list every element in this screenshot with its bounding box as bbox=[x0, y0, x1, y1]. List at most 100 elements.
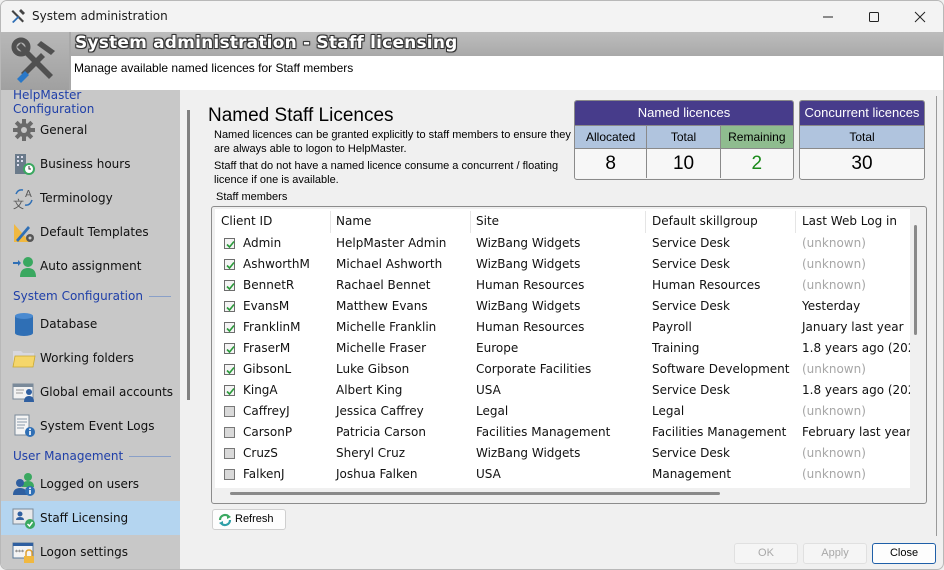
database-icon bbox=[12, 312, 36, 336]
name-cell: Jessica Caffrey bbox=[336, 404, 424, 418]
column-header-site[interactable]: Site bbox=[476, 209, 499, 233]
sidebar-item-logged-on-users[interactable]: Logged on users bbox=[1, 467, 180, 501]
client-id-cell: CarsonP bbox=[243, 425, 293, 439]
sidebar-item-staff-licensing[interactable]: Staff Licensing bbox=[1, 501, 180, 535]
close-window-button[interactable] bbox=[897, 1, 943, 32]
check-icon bbox=[226, 366, 235, 375]
named-licences-panel: Named licences Allocated Total Remaining… bbox=[574, 100, 794, 180]
site-cell: USA bbox=[476, 467, 501, 481]
description-concurrent-licences: Staff that do not have a named licence c… bbox=[214, 160, 559, 186]
ok-button[interactable]: OK bbox=[734, 543, 798, 564]
remaining-label: Remaining bbox=[720, 125, 793, 148]
table-row[interactable]: Admin HelpMaster Admin WizBang Widgets Serv… bbox=[215, 233, 910, 254]
refresh-label: Refresh bbox=[235, 513, 274, 525]
allocated-label: Allocated bbox=[575, 125, 648, 148]
close-button[interactable]: Close bbox=[872, 543, 936, 564]
licence-checkbox[interactable] bbox=[224, 259, 235, 270]
title-bar: System administration bbox=[1, 1, 943, 32]
sidebar-item-database[interactable]: Database bbox=[1, 307, 180, 341]
sidebar-item-global-email-accounts[interactable]: Global email accounts bbox=[1, 375, 180, 409]
sidebar-item-system-event-logs[interactable]: System Event Logs bbox=[1, 409, 180, 443]
right-edge-divider bbox=[936, 96, 937, 536]
table-row[interactable]: CruzS Sheryl Cruz WizBang Widgets Service D… bbox=[215, 443, 910, 464]
last-web-login-cell: Yesterday bbox=[802, 299, 861, 313]
table-row[interactable]: CarsonP Patricia Carson Facilities Managem… bbox=[215, 422, 910, 443]
licence-checkbox[interactable] bbox=[224, 385, 235, 396]
column-separator[interactable] bbox=[795, 211, 796, 233]
sidebar-item-working-folders[interactable]: Working folders bbox=[1, 341, 180, 375]
sidebar-group-label: User Management bbox=[13, 449, 124, 463]
name-cell: Albert King bbox=[336, 383, 403, 397]
client-id-cell: GibsonL bbox=[243, 362, 292, 376]
licence-checkbox[interactable] bbox=[224, 427, 235, 438]
staff-members-table: Client ID Name Site Default skillgroup L… bbox=[211, 206, 927, 504]
column-header-client-id[interactable]: Client ID bbox=[221, 209, 272, 233]
table-row[interactable]: FalkenJ Joshua Falken USA Management (unknow… bbox=[215, 464, 910, 485]
sidebar-item-business-hours[interactable]: Business hours bbox=[1, 147, 180, 181]
vertical-scrollbar[interactable] bbox=[914, 225, 917, 335]
licence-checkbox[interactable] bbox=[224, 322, 235, 333]
column-header-name[interactable]: Name bbox=[336, 209, 371, 233]
sidebar-item-label: Logon settings bbox=[40, 545, 129, 559]
client-id-cell: BennetR bbox=[243, 278, 295, 292]
licence-checkbox[interactable] bbox=[224, 406, 235, 417]
table-row[interactable]: GibsonL Luke Gibson Corporate Facilities So… bbox=[215, 359, 910, 380]
skillgroup-cell: Payroll bbox=[652, 320, 692, 334]
table-row[interactable]: CaffreyJ Jessica Caffrey Legal Legal (unknow… bbox=[215, 401, 910, 422]
refresh-button[interactable]: Refresh bbox=[212, 509, 286, 530]
table-body: Client ID Name Site Default skillgroup L… bbox=[215, 209, 910, 488]
table-row[interactable]: FraserM Michelle Fraser Europe Training 1.8 … bbox=[215, 338, 910, 359]
table-row[interactable]: KingA Albert King USA Service Desk 1.8 years… bbox=[215, 380, 910, 401]
maximize-button[interactable] bbox=[851, 1, 897, 32]
panel-splitter[interactable] bbox=[187, 110, 190, 400]
client-id-cell: CaffreyJ bbox=[243, 404, 290, 418]
client-id-cell: EvansM bbox=[243, 299, 290, 313]
table-row[interactable]: BennetR Rachael Bennet Human Resources Huma… bbox=[215, 275, 910, 296]
licence-checkbox[interactable] bbox=[224, 448, 235, 459]
apply-button[interactable]: Apply bbox=[803, 543, 867, 564]
skillgroup-cell: Service Desk bbox=[652, 383, 730, 397]
table-row[interactable]: FranklinM Michelle Franklin Human Resource… bbox=[215, 317, 910, 338]
site-cell: Legal bbox=[476, 404, 509, 418]
column-separator[interactable] bbox=[330, 211, 331, 233]
client-id-cell: AshworthM bbox=[243, 257, 310, 271]
sidebar-item-label: Database bbox=[40, 317, 98, 331]
skillgroup-cell: Human Resources bbox=[652, 278, 761, 292]
licence-checkbox[interactable] bbox=[224, 238, 235, 249]
horizontal-scrollbar[interactable] bbox=[230, 492, 720, 495]
logged-users-icon bbox=[12, 472, 36, 496]
sidebar-item-general[interactable]: General bbox=[1, 113, 180, 147]
sidebar-item-label: Auto assignment bbox=[40, 259, 142, 273]
site-cell: Facilities Management bbox=[476, 425, 611, 439]
licence-checkbox[interactable] bbox=[224, 343, 235, 354]
banner-subtitle: Manage available named licences for Staf… bbox=[74, 61, 354, 75]
licence-checkbox[interactable] bbox=[224, 301, 235, 312]
licence-checkbox[interactable] bbox=[224, 280, 235, 291]
sidebar-item-auto-assignment[interactable]: Auto assignment bbox=[1, 249, 180, 283]
last-web-login-cell: January last year bbox=[802, 320, 904, 334]
folder-icon bbox=[12, 346, 36, 370]
name-cell: Michael Ashworth bbox=[336, 257, 443, 271]
total-value: 10 bbox=[647, 148, 721, 178]
column-separator[interactable] bbox=[470, 211, 471, 233]
sidebar-item-default-templates[interactable]: Default Templates bbox=[1, 215, 180, 249]
sidebar-item-terminology[interactable]: A文 Terminology bbox=[1, 181, 180, 215]
sidebar-item-logon-settings[interactable]: *** Logon settings bbox=[1, 535, 180, 569]
last-web-login-cell: 1.8 years ago (2021) bbox=[802, 341, 910, 355]
licence-checkbox[interactable] bbox=[224, 469, 235, 480]
window-title: System administration bbox=[32, 9, 168, 23]
column-separator[interactable] bbox=[645, 211, 646, 233]
site-cell: WizBang Widgets bbox=[476, 446, 581, 460]
name-cell: Matthew Evans bbox=[336, 299, 428, 313]
client-id-cell: Admin bbox=[243, 236, 282, 250]
name-cell: Rachael Bennet bbox=[336, 278, 431, 292]
event-log-icon bbox=[12, 414, 36, 438]
table-row[interactable]: EvansM Matthew Evans WizBang Widgets Servic… bbox=[215, 296, 910, 317]
table-row[interactable]: AshworthM Michael Ashworth WizBang Widgets… bbox=[215, 254, 910, 275]
column-header-last-web-log-in[interactable]: Last Web Log in bbox=[802, 209, 897, 233]
column-header-default-skillgroup[interactable]: Default skillgroup bbox=[652, 209, 758, 233]
minimize-button[interactable] bbox=[805, 1, 851, 32]
name-cell: Michelle Fraser bbox=[336, 341, 427, 355]
licence-checkbox[interactable] bbox=[224, 364, 235, 375]
sidebar-item-label: Terminology bbox=[40, 191, 113, 205]
